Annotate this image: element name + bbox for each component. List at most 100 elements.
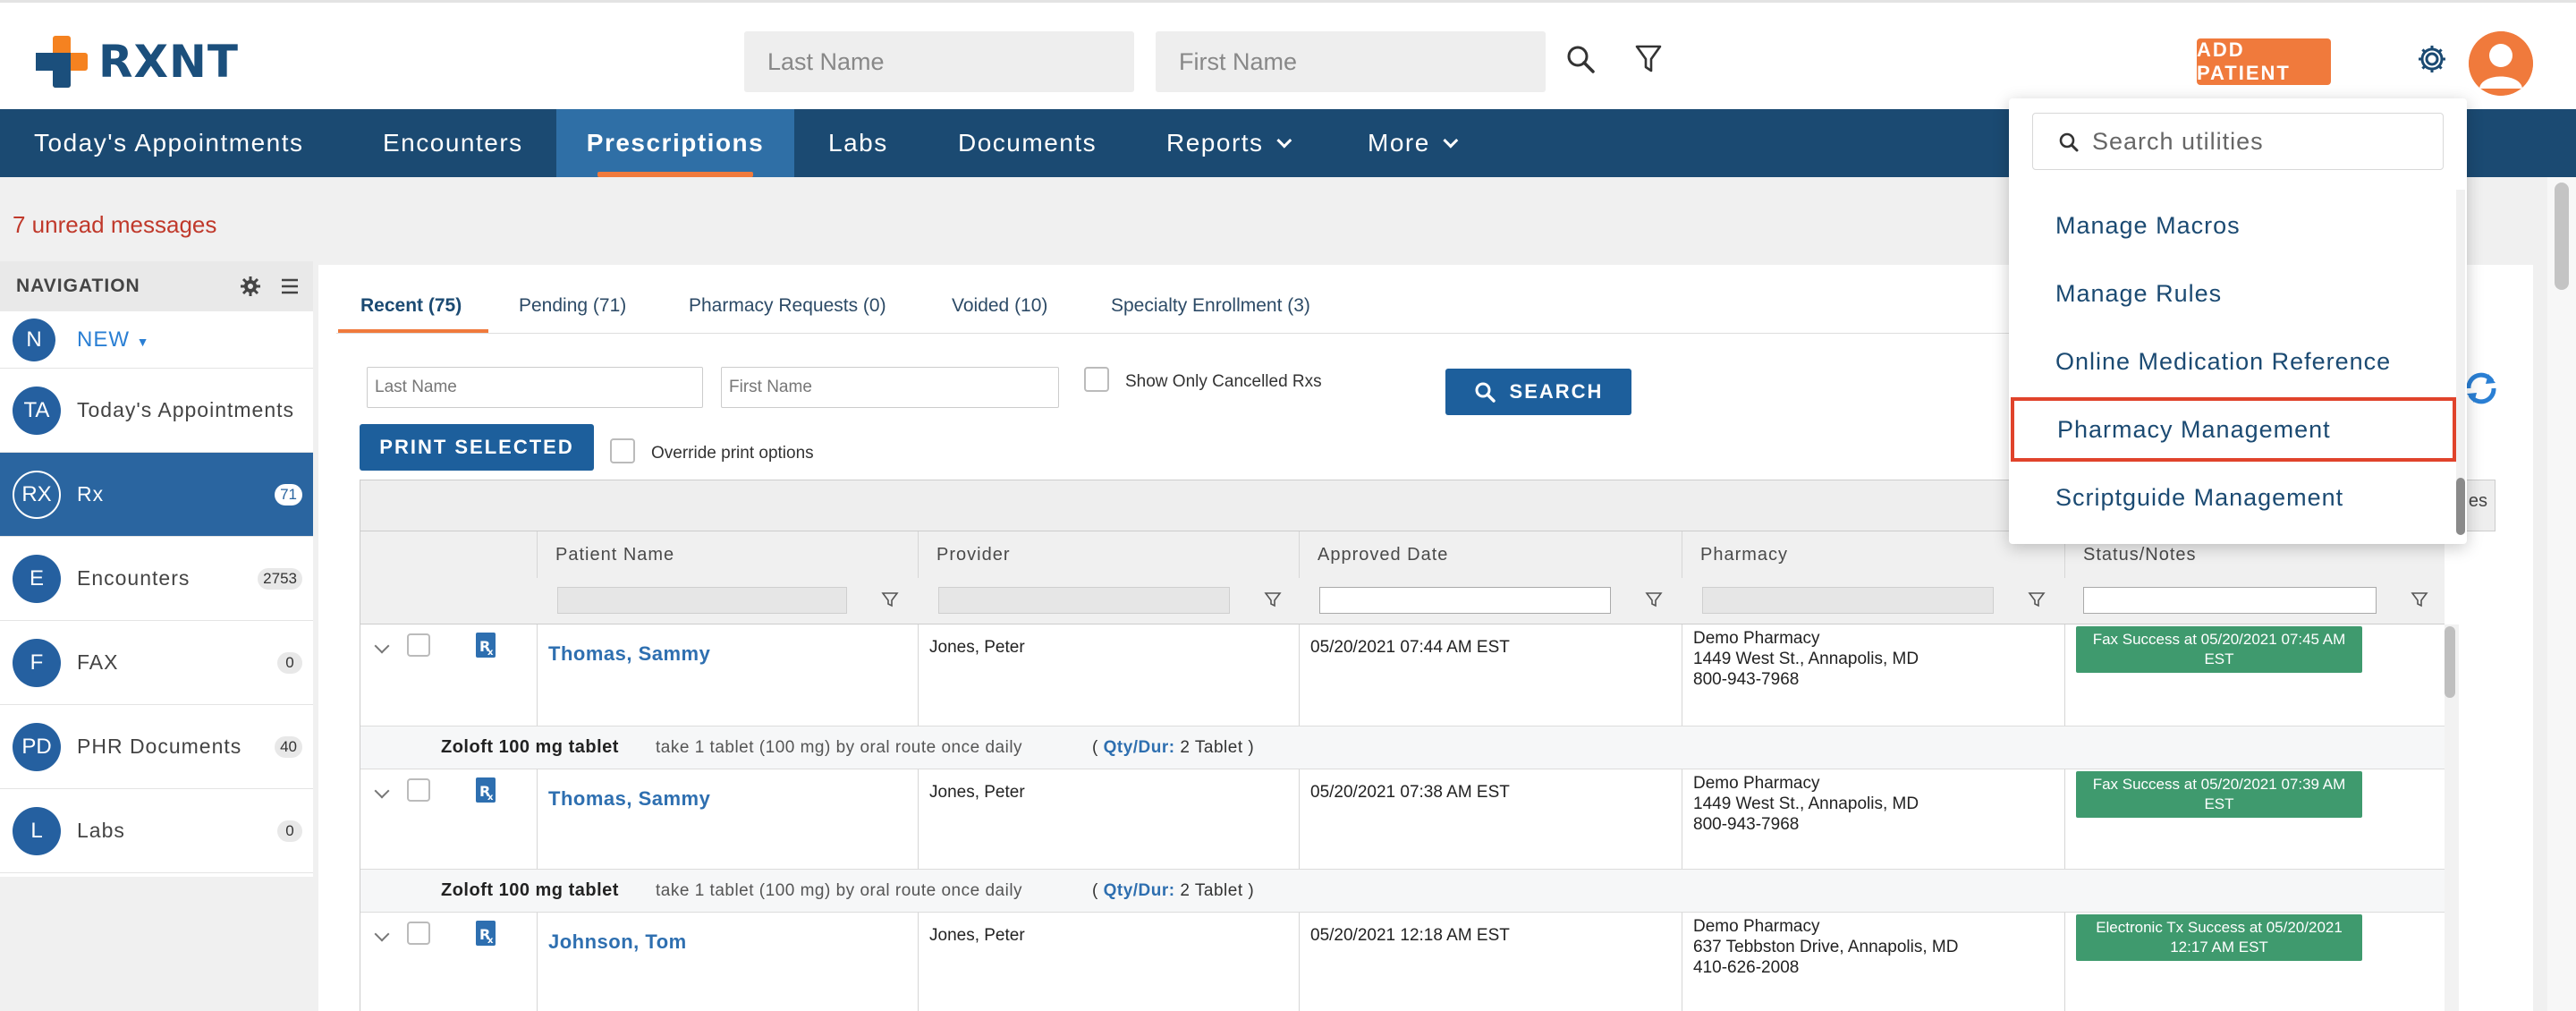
grid-scrollbar[interactable] [2445,624,2459,1011]
pharmacy-details: Demo Pharmacy 637 Tebbston Drive, Annapo… [1693,916,1958,978]
column-header-actions [360,531,538,578]
tab-pharmacy-requests[interactable]: Pharmacy Requests (0) [689,290,886,322]
menu-item-manage-macros[interactable]: Manage Macros [2009,193,2467,258]
column-header-patient-name[interactable]: Patient Name [538,531,919,578]
sidebar-item-todays-appointments[interactable]: TA Today's Appointments [0,369,313,453]
patient-name-link[interactable]: Johnson, Tom [548,930,687,954]
filter-icon[interactable] [881,590,899,608]
rx-icon[interactable]: Rx [475,920,496,947]
filter-icon[interactable] [2028,590,2046,608]
patient-name-link[interactable]: Thomas, Sammy [548,642,710,666]
override-print-checkbox[interactable] [610,438,635,463]
filter-first-name-input[interactable]: First Name [721,367,1059,408]
nav-prescriptions[interactable]: Prescriptions [556,109,794,177]
nav-todays-appointments[interactable]: Today's Appointments [34,109,304,177]
status-line-1: Electronic Tx Success at 05/20/2021 [2096,919,2343,936]
menu-item-scriptguide-management[interactable]: Scriptguide Management [2009,465,2467,530]
tab-recent[interactable]: Recent (75) [360,290,462,322]
pharmacy-filter [1702,587,1994,614]
rx-icon[interactable]: Rx [475,632,496,658]
filter-last-name-input[interactable]: Last Name [367,367,703,408]
dropdown-scrollbar[interactable] [2456,190,2465,535]
menu-item-manage-rules[interactable]: Manage Rules [2009,261,2467,326]
utilities-search-input[interactable]: Search utilities [2032,113,2444,170]
table-row[interactable]: Rx Johnson, Tom Jones, Peter 05/20/2021 … [360,913,2445,1011]
patient-name-link[interactable]: Thomas, Sammy [548,787,710,811]
status-line-2: EST [2204,795,2234,812]
sidebar-item-phr-documents[interactable]: PD PHR Documents 40 [0,705,313,789]
table-row[interactable]: Rx Thomas, Sammy Jones, Peter 05/20/2021… [360,769,2445,870]
grid-scrollbar-thumb[interactable] [2445,626,2455,698]
filter-icon[interactable] [1264,590,1282,608]
sidebar-item-avatar: N [13,319,55,361]
qty-value: 2 Tablet ) [1180,881,1255,900]
sidebar-item-labs[interactable]: L Labs 0 [0,789,313,873]
page-scrollbar[interactable] [2547,177,2576,1011]
tab-specialty-enrollment[interactable]: Specialty Enrollment (3) [1111,290,1310,322]
chevron-down-icon[interactable] [374,783,390,799]
row-select-checkbox[interactable] [407,633,430,657]
dropdown-scrollbar-thumb[interactable] [2456,478,2465,535]
tab-voided[interactable]: Voided (10) [952,290,1047,322]
sidebar-new-label[interactable]: NEW ▼ [77,327,150,353]
filter-icon[interactable] [1628,38,1669,80]
row-select-checkbox[interactable] [407,778,430,802]
pharmacy-address: 637 Tebbston Drive, Annapolis, MD [1693,938,1959,956]
rx-icon[interactable]: Rx [475,777,496,803]
approved-date-filter[interactable] [1319,587,1611,614]
nav-more[interactable]: More [1368,109,1459,177]
grid-toolbar-text: es [2468,491,2487,511]
unread-messages-link[interactable]: 7 unread messages [13,211,216,239]
qty-value: 2 Tablet ) [1180,738,1255,757]
pharmacy-cell: Demo Pharmacy 1449 West St., Annapolis, … [1682,769,2065,869]
filter-icon[interactable] [1645,590,1663,608]
sidebar-item-rx[interactable]: RX Rx 71 [0,453,313,537]
sidebar-item-new[interactable]: N NEW ▼ [0,311,313,369]
add-patient-button[interactable]: ADD PATIENT [2197,38,2331,85]
show-cancelled-checkbox[interactable] [1084,367,1109,392]
hamburger-icon[interactable] [279,276,301,302]
status-badge: Fax Success at 05/20/2021 07:45 AM EST [2076,626,2362,673]
search-button[interactable]: SEARCH [1445,369,1631,415]
sidebar-item-label: Encounters [77,566,191,590]
nav-label: Reports [1166,129,1264,157]
column-header-approved-date[interactable]: Approved Date [1300,531,1682,578]
user-avatar-icon[interactable] [2469,31,2533,96]
chevron-down-icon[interactable] [374,638,390,654]
qty-duration: ( Qty/Dur: 2 Tablet ) [1092,738,1254,758]
search-icon[interactable] [1560,38,1601,80]
drug-name: Zoloft 100 mg tablet [441,737,619,757]
rxnt-logo[interactable]: RXNT [34,33,239,90]
sidebar-item-count: 0 [277,651,302,674]
table-row[interactable]: Rx Thomas, Sammy Jones, Peter 05/20/2021… [360,624,2445,726]
nav-encounters[interactable]: Encounters [383,109,523,177]
status-line-2: EST [2204,650,2234,667]
sidebar-item-avatar: F [13,638,61,687]
menu-item-pharmacy-management[interactable]: Pharmacy Management [2011,397,2456,462]
chevron-down-icon[interactable] [374,926,390,942]
nav-label: Documents [958,129,1097,157]
nav-label: Today's Appointments [34,129,304,157]
filter-icon[interactable] [2411,590,2428,608]
print-selected-button[interactable]: PRINT SELECTED [360,424,594,471]
status-filter[interactable] [2083,587,2377,614]
new-text: NEW [77,327,130,352]
nav-documents[interactable]: Documents [958,109,1097,177]
menu-item-online-medication-reference[interactable]: Online Medication Reference [2009,329,2467,394]
header-last-name-input[interactable]: Last Name [744,31,1134,92]
gear-icon[interactable] [240,276,261,302]
column-header-pharmacy[interactable]: Pharmacy [1682,531,2065,578]
column-header-provider[interactable]: Provider [919,531,1300,578]
tab-pending[interactable]: Pending (71) [519,290,626,322]
row-select-checkbox[interactable] [407,922,430,945]
nav-reports[interactable]: Reports [1166,109,1292,177]
pharmacy-cell: Demo Pharmacy 637 Tebbston Drive, Annapo… [1682,913,2065,1011]
sidebar-item-encounters[interactable]: E Encounters 2753 [0,537,313,621]
nav-labs[interactable]: Labs [828,109,888,177]
page-scrollbar-thumb[interactable] [2555,183,2569,290]
sidebar-item-fax[interactable]: F FAX 0 [0,621,313,705]
gear-icon[interactable] [2411,38,2453,80]
header-first-name-input[interactable]: First Name [1156,31,1546,92]
refresh-icon[interactable] [2462,369,2501,408]
nav-label: Encounters [383,129,523,157]
